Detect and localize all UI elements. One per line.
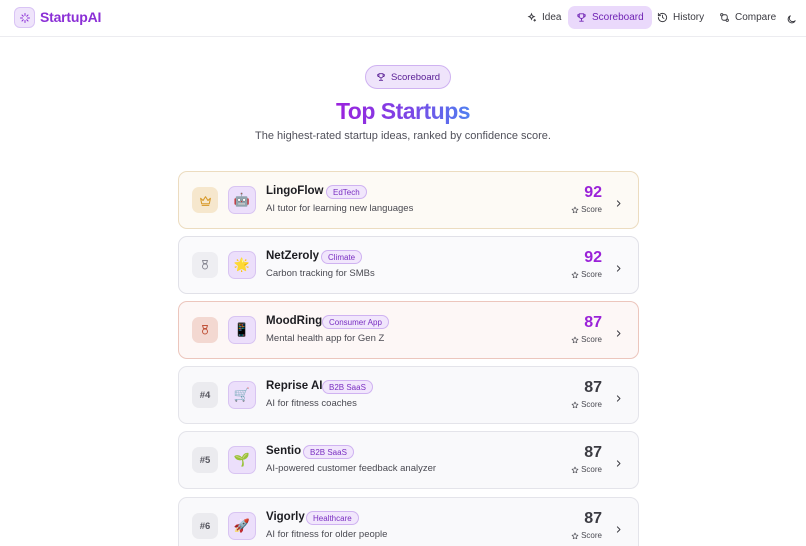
score-label: Score	[571, 335, 602, 344]
startup-name: NetZeroly	[266, 250, 320, 262]
score-value: 92	[584, 249, 602, 266]
startup-emoji: 🛒	[228, 381, 256, 409]
rank-badge: #4	[192, 382, 218, 408]
startup-emoji: 🤖	[228, 186, 256, 214]
startup-description: AI tutor for learning new languages	[266, 203, 414, 214]
top-bar: StartupAI Idea Scoreboard History Compar…	[0, 0, 806, 37]
chevron-right-icon[interactable]	[614, 521, 623, 539]
nav-history[interactable]: History	[649, 6, 712, 29]
score-label: Score	[571, 270, 602, 279]
score-label: Score	[571, 205, 602, 214]
page-subtitle: The highest-rated startup ideas, ranked …	[255, 130, 551, 142]
chevron-right-icon[interactable]	[614, 390, 623, 408]
score-label: Score	[571, 465, 602, 474]
rank-badge	[192, 252, 218, 278]
chevron-right-icon[interactable]	[614, 325, 623, 343]
startup-row[interactable]: #6 🚀 Vigorly Healthcare AI for fitness f…	[178, 497, 639, 546]
category-tag: EdTech	[326, 185, 367, 199]
score-value: 87	[584, 510, 602, 527]
category-tag: Consumer App	[322, 315, 389, 329]
startup-name: Vigorly	[266, 511, 305, 523]
crown-icon	[199, 195, 211, 206]
startup-row[interactable]: 📱 MoodRing Consumer App Mental health ap…	[178, 301, 639, 359]
nav-compare-label: Compare	[735, 12, 777, 23]
medal-icon	[202, 260, 208, 270]
moon-icon	[787, 15, 796, 24]
nav-scoreboard-label: Scoreboard	[592, 12, 644, 23]
category-tag: B2B SaaS	[303, 445, 354, 459]
startup-row[interactable]: #4 🛒 Reprise AI B2B SaaS AI for fitness …	[178, 366, 639, 424]
score-value: 87	[584, 379, 602, 396]
startup-emoji: 🚀	[228, 512, 256, 540]
startup-name: Reprise AI	[266, 380, 323, 392]
startup-emoji: 📱	[228, 316, 256, 344]
startup-description: AI for fitness coaches	[266, 398, 357, 409]
chevron-right-icon[interactable]	[614, 195, 623, 213]
rank-badge	[192, 317, 218, 343]
startup-row[interactable]: 🌟 NetZeroly Climate Carbon tracking for …	[178, 236, 639, 294]
chevron-right-icon[interactable]	[614, 455, 623, 473]
app-name[interactable]: StartupAI	[40, 9, 101, 25]
history-icon	[657, 12, 668, 23]
category-tag: Climate	[321, 250, 363, 264]
trophy-icon	[577, 13, 586, 22]
startup-emoji: 🌱	[228, 446, 256, 474]
star-icon	[571, 532, 579, 539]
rank-badge: #6	[192, 513, 218, 539]
rank-badge: #5	[192, 447, 218, 473]
medal-icon	[202, 325, 208, 335]
theme-toggle[interactable]	[786, 12, 797, 30]
star-icon	[571, 401, 579, 408]
star-icon	[571, 271, 579, 278]
nav-history-label: History	[673, 12, 705, 23]
sparkles-icon	[527, 12, 537, 22]
logo-icon[interactable]	[14, 7, 35, 28]
badge-label: Scoreboard	[390, 71, 441, 83]
category-tag: B2B SaaS	[322, 380, 373, 394]
star-icon	[571, 206, 579, 213]
star-icon	[571, 466, 579, 473]
score-label: Score	[571, 531, 602, 540]
score-value: 92	[584, 184, 602, 201]
category-tag: Healthcare	[306, 511, 359, 525]
scoreboard-badge: Scoreboard	[365, 65, 451, 89]
startup-emoji: 🌟	[228, 251, 256, 279]
score-value: 87	[584, 444, 602, 461]
star-icon	[571, 336, 579, 343]
startup-row[interactable]: #5 🌱 Sentio B2B SaaS AI-powered customer…	[178, 431, 639, 489]
startup-description: Carbon tracking for SMBs	[266, 268, 375, 279]
startup-name: Sentio	[266, 445, 302, 457]
score-value: 87	[584, 314, 602, 331]
startup-name: LingoFlow	[266, 185, 324, 197]
trophy-icon	[377, 73, 385, 81]
nav-idea-label: Idea	[542, 12, 562, 23]
compare-icon	[720, 13, 729, 22]
nav-compare[interactable]: Compare	[711, 6, 784, 29]
nav-scoreboard[interactable]: Scoreboard	[568, 6, 652, 29]
chevron-right-icon[interactable]	[614, 260, 623, 278]
nav-idea[interactable]: Idea	[518, 6, 569, 29]
score-label: Score	[571, 400, 602, 409]
startup-description: AI-powered customer feedback analyzer	[266, 463, 437, 474]
startup-description: AI for fitness for older people	[266, 529, 388, 540]
startup-name: MoodRing	[266, 315, 323, 327]
page-title: Top Startups	[335, 98, 471, 124]
startup-row[interactable]: 🤖 LingoFlow EdTech AI tutor for learning…	[178, 171, 639, 229]
rank-badge	[192, 187, 218, 213]
startup-description: Mental health app for Gen Z	[266, 333, 385, 344]
